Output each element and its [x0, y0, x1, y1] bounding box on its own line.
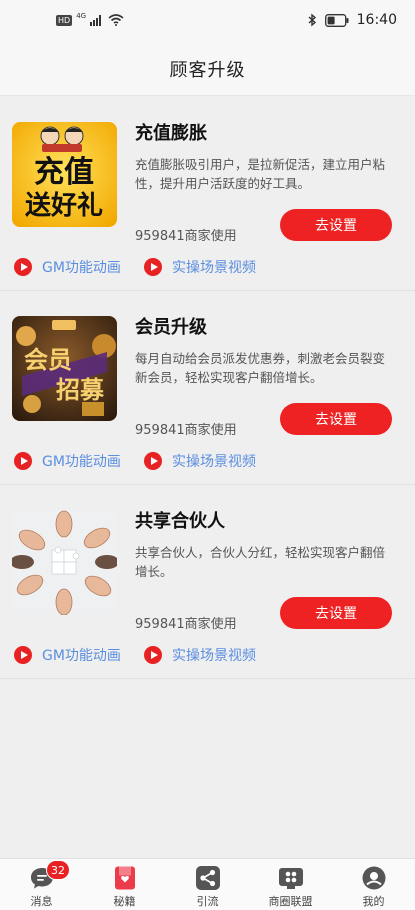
tab-label: 商圈联盟: [268, 895, 313, 908]
feature-card-recharge: 充值 送好礼 充值膨胀 充值膨胀吸引用户，是拉新促活，建立用户粘性，提升用户活跃…: [0, 97, 415, 291]
scene-link-label: 实操场景视频: [172, 648, 256, 664]
gm-animation-link[interactable]: GM功能动画: [14, 451, 121, 471]
tab-alliance[interactable]: 商圈联盟: [249, 859, 332, 910]
card-description: 充值膨胀吸引用户，是拉新促活，建立用户粘性，提升用户活跃度的好工具。: [135, 157, 386, 191]
gm-animation-link[interactable]: GM功能动画: [14, 645, 121, 665]
thumb-text-1: 充值: [34, 155, 94, 190]
play-icon: [14, 646, 32, 664]
scene-link-label: 实操场景视频: [172, 454, 256, 470]
member-thumbnail: 会员 招募: [12, 316, 117, 421]
gm-animation-link[interactable]: GM功能动画: [14, 257, 121, 277]
play-icon: [144, 646, 162, 664]
tab-label: 秘籍: [113, 895, 136, 908]
card-title: 共享合伙人: [135, 511, 225, 532]
clock: 16:40: [356, 12, 397, 28]
recharge-thumbnail: 充值 送好礼: [12, 122, 117, 227]
wifi-icon: [108, 14, 124, 26]
tab-profile[interactable]: 我的: [332, 859, 415, 910]
alliance-icon: [278, 865, 304, 891]
card-description: 共享合伙人，合伙人分红，轻松实现客户翻倍增长。: [135, 545, 386, 579]
nav-bar: 顾客升级: [0, 42, 415, 96]
partner-image: [12, 510, 117, 615]
partner-thumbnail: [12, 510, 117, 615]
signal-icon: [90, 15, 102, 26]
network-type: 4G: [76, 12, 87, 20]
card-title: 会员升级: [135, 317, 207, 338]
feature-list: 充值 送好礼 充值膨胀 充值膨胀吸引用户，是拉新促活，建立用户粘性，提升用户活跃…: [0, 97, 415, 679]
member-image: 会员 招募: [12, 316, 117, 421]
bottom-tab-bar: 32 消息 秘籍 引流 商圈联盟 我的: [0, 858, 415, 910]
status-left: HD 4G: [56, 12, 124, 26]
scene-video-link[interactable]: 实操场景视频: [144, 257, 256, 277]
book-icon: [112, 865, 138, 891]
thumb-text-2: 送好礼: [25, 190, 103, 221]
scene-video-link[interactable]: 实操场景视频: [144, 645, 256, 665]
gm-link-label: GM功能动画: [42, 648, 121, 664]
tab-label: 消息: [30, 895, 53, 908]
thumb-text-2: 招募: [56, 376, 105, 404]
usage-count: 959841商家使用: [135, 617, 237, 632]
tab-label: 我的: [362, 895, 385, 908]
tab-traffic[interactable]: 引流: [166, 859, 249, 910]
usage-count: 959841商家使用: [135, 423, 237, 438]
tab-label: 引流: [196, 895, 219, 908]
gm-link-label: GM功能动画: [42, 454, 121, 470]
setup-button[interactable]: 去设置: [280, 209, 392, 241]
card-title: 充值膨胀: [135, 123, 207, 144]
recharge-image: 充值 送好礼: [12, 122, 117, 227]
play-icon: [14, 452, 32, 470]
card-description: 每月自动给会员派发优惠券，刺激老会员裂变新会员，轻松实现客户翻倍增长。: [135, 351, 386, 385]
setup-button[interactable]: 去设置: [280, 597, 392, 629]
page-title: 顾客升级: [169, 59, 246, 81]
battery-icon: [324, 13, 349, 27]
tab-secrets[interactable]: 秘籍: [83, 859, 166, 910]
play-icon: [14, 258, 32, 276]
feature-card-partner: 共享合伙人 共享合伙人，合伙人分红，轻松实现客户翻倍增长。 959841商家使用…: [0, 485, 415, 679]
usage-count: 959841商家使用: [135, 229, 237, 244]
feature-card-member: 会员 招募 会员升级 每月自动给会员派发优惠券，刺激老会员裂变新会员，轻松实现客…: [0, 291, 415, 485]
play-icon: [144, 452, 162, 470]
status-bar: HD 4G 16:40: [0, 0, 415, 42]
play-icon: [144, 258, 162, 276]
gm-link-label: GM功能动画: [42, 260, 121, 276]
tab-messages[interactable]: 32 消息: [0, 859, 83, 910]
unread-badge: 32: [46, 860, 70, 880]
status-right: 16:40: [308, 12, 397, 28]
share-icon: [195, 865, 221, 891]
profile-icon: [361, 865, 387, 891]
setup-button[interactable]: 去设置: [280, 403, 392, 435]
bluetooth-icon: [308, 13, 316, 27]
scene-video-link[interactable]: 实操场景视频: [144, 451, 256, 471]
scene-link-label: 实操场景视频: [172, 260, 256, 276]
hd-badge: HD: [56, 14, 73, 26]
thumb-text-1: 会员: [24, 346, 72, 374]
